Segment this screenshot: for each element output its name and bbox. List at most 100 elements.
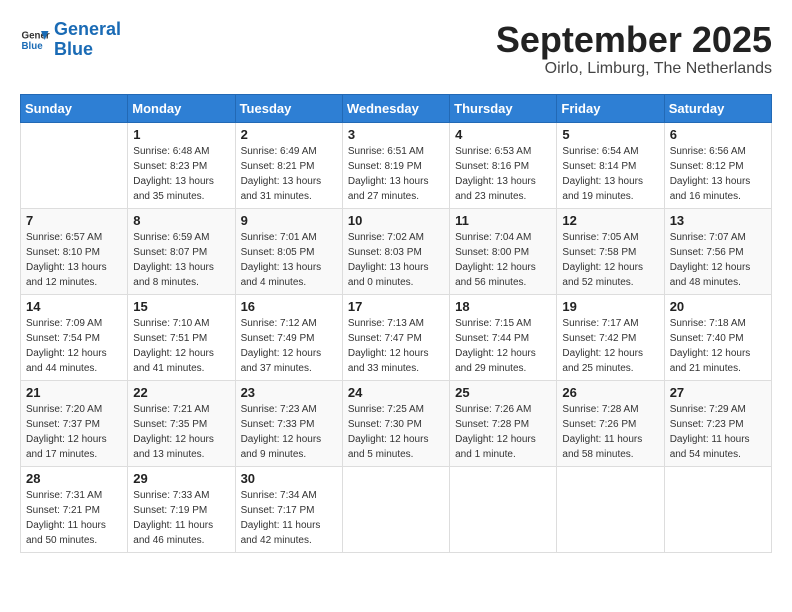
calendar-cell	[342, 466, 449, 552]
day-number: 16	[241, 299, 337, 314]
calendar-header-row: SundayMondayTuesdayWednesdayThursdayFrid…	[21, 94, 772, 122]
header-tuesday: Tuesday	[235, 94, 342, 122]
calendar-week-5: 28 Sunrise: 7:31 AM Sunset: 7:21 PM Dayli…	[21, 466, 772, 552]
calendar-cell: 27 Sunrise: 7:29 AM Sunset: 7:23 PM Dayli…	[664, 380, 771, 466]
day-number: 13	[670, 213, 766, 228]
calendar-cell: 2 Sunrise: 6:49 AM Sunset: 8:21 PM Daylig…	[235, 122, 342, 208]
day-info: Sunrise: 7:23 AM Sunset: 7:33 PM Dayligh…	[241, 402, 337, 462]
calendar-cell: 30 Sunrise: 7:34 AM Sunset: 7:17 PM Dayli…	[235, 466, 342, 552]
header-sunday: Sunday	[21, 94, 128, 122]
day-info: Sunrise: 6:48 AM Sunset: 8:23 PM Dayligh…	[133, 144, 229, 204]
calendar-cell: 19 Sunrise: 7:17 AM Sunset: 7:42 PM Dayli…	[557, 294, 664, 380]
day-number: 26	[562, 385, 658, 400]
calendar-cell: 29 Sunrise: 7:33 AM Sunset: 7:19 PM Dayli…	[128, 466, 235, 552]
day-info: Sunrise: 6:49 AM Sunset: 8:21 PM Dayligh…	[241, 144, 337, 204]
day-number: 5	[562, 127, 658, 142]
day-number: 9	[241, 213, 337, 228]
day-info: Sunrise: 6:51 AM Sunset: 8:19 PM Dayligh…	[348, 144, 444, 204]
day-info: Sunrise: 7:17 AM Sunset: 7:42 PM Dayligh…	[562, 316, 658, 376]
calendar-cell: 23Sunrise: 7:23 AM Sunset: 7:33 PM Dayli…	[235, 380, 342, 466]
day-number: 11	[455, 213, 551, 228]
day-number: 24	[348, 385, 444, 400]
header-thursday: Thursday	[450, 94, 557, 122]
day-number: 22	[133, 385, 229, 400]
calendar-cell: 28 Sunrise: 7:31 AM Sunset: 7:21 PM Dayli…	[21, 466, 128, 552]
day-number: 25	[455, 385, 551, 400]
day-info: Sunrise: 7:34 AM Sunset: 7:17 PM Dayligh…	[241, 488, 337, 548]
page-header: General Blue General Blue September 2025…	[20, 20, 772, 78]
day-number: 21	[26, 385, 122, 400]
calendar-cell	[557, 466, 664, 552]
header-wednesday: Wednesday	[342, 94, 449, 122]
calendar-cell: 21Sunrise: 7:20 AM Sunset: 7:37 PM Dayli…	[21, 380, 128, 466]
day-number: 10	[348, 213, 444, 228]
day-number: 8	[133, 213, 229, 228]
calendar-cell: 8 Sunrise: 6:59 AM Sunset: 8:07 PM Daylig…	[128, 208, 235, 294]
day-info: Sunrise: 6:54 AM Sunset: 8:14 PM Dayligh…	[562, 144, 658, 204]
calendar-cell: 14Sunrise: 7:09 AM Sunset: 7:54 PM Dayli…	[21, 294, 128, 380]
calendar-week-4: 21Sunrise: 7:20 AM Sunset: 7:37 PM Dayli…	[21, 380, 772, 466]
day-info: Sunrise: 6:53 AM Sunset: 8:16 PM Dayligh…	[455, 144, 551, 204]
logo-blue: Blue	[54, 39, 93, 59]
day-number: 17	[348, 299, 444, 314]
day-info: Sunrise: 7:05 AM Sunset: 7:58 PM Dayligh…	[562, 230, 658, 290]
day-info: Sunrise: 7:01 AM Sunset: 8:05 PM Dayligh…	[241, 230, 337, 290]
day-info: Sunrise: 6:59 AM Sunset: 8:07 PM Dayligh…	[133, 230, 229, 290]
day-number: 15	[133, 299, 229, 314]
calendar-cell: 9 Sunrise: 7:01 AM Sunset: 8:05 PM Daylig…	[235, 208, 342, 294]
day-info: Sunrise: 7:25 AM Sunset: 7:30 PM Dayligh…	[348, 402, 444, 462]
day-info: Sunrise: 7:13 AM Sunset: 7:47 PM Dayligh…	[348, 316, 444, 376]
calendar-cell: 4 Sunrise: 6:53 AM Sunset: 8:16 PM Daylig…	[450, 122, 557, 208]
svg-text:Blue: Blue	[22, 41, 44, 52]
calendar-cell: 1 Sunrise: 6:48 AM Sunset: 8:23 PM Daylig…	[128, 122, 235, 208]
location-subtitle: Oirlo, Limburg, The Netherlands	[496, 60, 772, 78]
calendar-week-3: 14Sunrise: 7:09 AM Sunset: 7:54 PM Dayli…	[21, 294, 772, 380]
day-info: Sunrise: 7:04 AM Sunset: 8:00 PM Dayligh…	[455, 230, 551, 290]
day-info: Sunrise: 7:21 AM Sunset: 7:35 PM Dayligh…	[133, 402, 229, 462]
calendar-cell: 3 Sunrise: 6:51 AM Sunset: 8:19 PM Daylig…	[342, 122, 449, 208]
calendar-week-2: 7Sunrise: 6:57 AM Sunset: 8:10 PM Daylig…	[21, 208, 772, 294]
day-info: Sunrise: 7:29 AM Sunset: 7:23 PM Dayligh…	[670, 402, 766, 462]
logo-general: General	[54, 19, 121, 39]
day-number: 29	[133, 471, 229, 486]
day-number: 4	[455, 127, 551, 142]
day-info: Sunrise: 7:02 AM Sunset: 8:03 PM Dayligh…	[348, 230, 444, 290]
calendar-cell: 15 Sunrise: 7:10 AM Sunset: 7:51 PM Dayli…	[128, 294, 235, 380]
day-info: Sunrise: 7:33 AM Sunset: 7:19 PM Dayligh…	[133, 488, 229, 548]
calendar-cell: 22 Sunrise: 7:21 AM Sunset: 7:35 PM Dayli…	[128, 380, 235, 466]
calendar-cell: 17 Sunrise: 7:13 AM Sunset: 7:47 PM Dayli…	[342, 294, 449, 380]
day-number: 27	[670, 385, 766, 400]
header-monday: Monday	[128, 94, 235, 122]
day-number: 2	[241, 127, 337, 142]
day-number: 20	[670, 299, 766, 314]
calendar-cell: 26 Sunrise: 7:28 AM Sunset: 7:26 PM Dayli…	[557, 380, 664, 466]
calendar-cell: 18Sunrise: 7:15 AM Sunset: 7:44 PM Dayli…	[450, 294, 557, 380]
calendar-table: SundayMondayTuesdayWednesdayThursdayFrid…	[20, 94, 772, 553]
title-block: September 2025 Oirlo, Limburg, The Nethe…	[496, 20, 772, 78]
day-number: 6	[670, 127, 766, 142]
day-number: 30	[241, 471, 337, 486]
day-number: 28	[26, 471, 122, 486]
day-info: Sunrise: 7:12 AM Sunset: 7:49 PM Dayligh…	[241, 316, 337, 376]
day-info: Sunrise: 7:18 AM Sunset: 7:40 PM Dayligh…	[670, 316, 766, 376]
calendar-cell	[664, 466, 771, 552]
day-number: 18	[455, 299, 551, 314]
calendar-cell	[450, 466, 557, 552]
day-info: Sunrise: 7:31 AM Sunset: 7:21 PM Dayligh…	[26, 488, 122, 548]
day-number: 19	[562, 299, 658, 314]
day-number: 12	[562, 213, 658, 228]
day-info: Sunrise: 7:28 AM Sunset: 7:26 PM Dayligh…	[562, 402, 658, 462]
calendar-cell: 7Sunrise: 6:57 AM Sunset: 8:10 PM Daylig…	[21, 208, 128, 294]
day-info: Sunrise: 7:26 AM Sunset: 7:28 PM Dayligh…	[455, 402, 551, 462]
calendar-cell: 25 Sunrise: 7:26 AM Sunset: 7:28 PM Dayli…	[450, 380, 557, 466]
logo: General Blue General Blue	[20, 20, 121, 60]
day-number: 1	[133, 127, 229, 142]
calendar-cell	[21, 122, 128, 208]
calendar-cell: 5 Sunrise: 6:54 AM Sunset: 8:14 PM Daylig…	[557, 122, 664, 208]
day-info: Sunrise: 7:10 AM Sunset: 7:51 PM Dayligh…	[133, 316, 229, 376]
day-number: 3	[348, 127, 444, 142]
calendar-cell: 13 Sunrise: 7:07 AM Sunset: 7:56 PM Dayli…	[664, 208, 771, 294]
month-title: September 2025	[496, 20, 772, 60]
logo-icon: General Blue	[20, 25, 50, 55]
day-info: Sunrise: 7:07 AM Sunset: 7:56 PM Dayligh…	[670, 230, 766, 290]
